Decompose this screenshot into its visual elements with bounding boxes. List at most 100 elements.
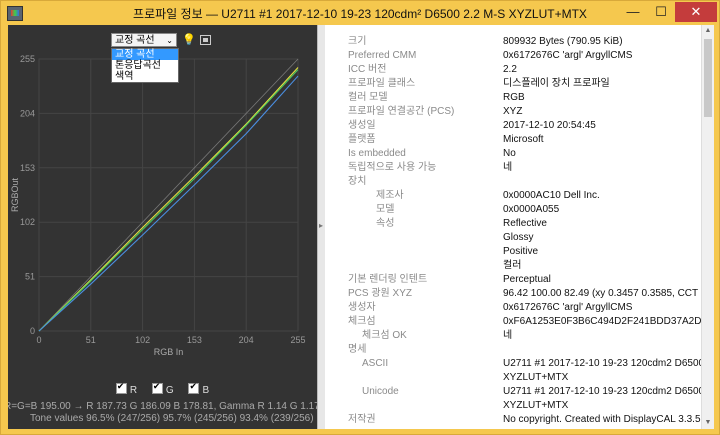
checkbox-g[interactable]: G (151, 381, 174, 396)
x-tick-label: 51 (86, 335, 96, 345)
info-row-value: U2711 #1 2017-12-10 19-23 120cdm2 D6500 … (503, 386, 701, 397)
info-row-value: XYZLUT+MTX (503, 400, 569, 411)
info-row-key: PCS 광원 XYZ (348, 288, 412, 299)
info-row-value: 디스플레이 장치 프로파일 (503, 78, 610, 89)
checkbox-b-box[interactable] (188, 381, 200, 394)
info-row-key: ASCII (362, 358, 389, 369)
dropdown-option[interactable]: 톤응답곡선 (112, 60, 178, 71)
checkbox-r[interactable]: R (115, 381, 138, 396)
title-bar[interactable]: 프로파일 정보 — U2711 #1 2017-12-10 19-23 120c… (1, 1, 719, 25)
y-tick-label: 0 (30, 326, 35, 336)
checkbox-g-label: G (165, 385, 174, 396)
checkbox-r-box[interactable] (115, 381, 127, 394)
info-row-key: 생성자 (348, 302, 376, 313)
info-row-value: XYZLUT+MTX (503, 372, 569, 383)
info-row: 프로파일 클래스 디스플레이 장치 프로파일 (325, 77, 701, 91)
curve-type-dropdown: 교정 곡선 톤응답곡선 색역 (111, 48, 179, 83)
x-tick-label: 0 (36, 335, 41, 345)
info-row-value: 0x0000AC10 Dell Inc. (503, 190, 600, 201)
y-axis-label: RGBOut (10, 177, 20, 212)
info-row-key: ICC 버전 (348, 64, 387, 75)
info-row-key: 독립적으로 사용 가능 (348, 162, 437, 173)
info-row: 생성자 0x6172676C 'argl' ArgyllCMS (325, 301, 701, 315)
vertical-scrollbar[interactable]: ▲ ▼ (701, 25, 714, 429)
info-row-key: 기본 렌더링 인텐트 (348, 274, 428, 285)
info-row-value: U2711 #1 2017-12-10 19-23 120cdm2 D6500 … (503, 358, 701, 369)
info-row: 저작권 No copyright. Created with DisplayCAL… (325, 413, 701, 427)
window-title: 프로파일 정보 — U2711 #1 2017-12-10 19-23 120c… (133, 7, 587, 21)
tone-values-readout: Tone values 96.5% (247/256) 95.7% (245/2… (30, 413, 314, 424)
info-row: 모델 0x0000A055 (325, 203, 701, 217)
scroll-up-arrow-icon[interactable]: ▲ (702, 25, 714, 37)
x-tick-label: 204 (239, 335, 254, 345)
dropdown-option[interactable]: 교정 곡선 (112, 49, 178, 60)
info-row: PCS 광원 XYZ 96.42 100.00 82.49 (xy 0.3457 … (325, 287, 701, 301)
info-row-value: 0x6172676C 'argl' ArgyllCMS (503, 302, 633, 313)
info-row-value: Reflective (503, 218, 547, 229)
info-row-key: 프로파일 클래스 (348, 78, 416, 89)
info-row-key: 제조사 (376, 190, 404, 201)
info-row: 체크섬 OK 네 (325, 329, 701, 343)
info-row-value: 96.42 100.00 82.49 (xy 0.3457 0.3585, CC… (503, 288, 701, 299)
splitter-grip-icon: ▸ (319, 221, 324, 230)
info-row: 명세 (325, 343, 701, 357)
close-button[interactable]: ✕ (675, 2, 717, 22)
info-row: 속성 Reflective (325, 217, 701, 231)
info-row-key: 크기 (348, 36, 367, 47)
info-row-key: 체크섬 OK (362, 330, 407, 341)
info-row: 장치 (325, 175, 701, 189)
pane-splitter[interactable]: ▸ (317, 25, 325, 429)
scroll-down-arrow-icon[interactable]: ▼ (702, 417, 714, 429)
checkbox-b[interactable]: B (188, 381, 210, 396)
info-row: 독립적으로 사용 가능 네 (325, 161, 701, 175)
maximize-button[interactable]: ☐ (647, 2, 675, 22)
dropdown-option[interactable]: 색역 (112, 71, 178, 82)
info-row: Preferred CMM 0x6172676C 'argl' ArgyllCMS (325, 49, 701, 63)
info-row: Positive (325, 245, 701, 259)
curve-viewer-pane: 교정 곡선 ⌄ 교정 곡선 톤응답곡선 색역 💡 0 51 102 153 204 255… (8, 25, 351, 429)
info-row-value: 2.2 (503, 64, 517, 75)
info-row: 제조사 0x0000AC10 Dell Inc. (325, 189, 701, 203)
reference-diagonal (38, 58, 299, 332)
info-row: 체크섬 0xF6A1253E0F3B6C494D2F241BDD37A2DF (325, 315, 701, 329)
info-row: Unicode U2711 #1 2017-12-10 19-23 120cdm2… (325, 385, 701, 399)
info-row-value: 2017-12-10 20:54:45 (503, 120, 596, 131)
info-row: Is embedded No (325, 147, 701, 161)
info-row: 컬러 모델 RGB (325, 91, 701, 105)
info-row-value: 0x0000A055 (503, 204, 560, 215)
checkbox-g-box[interactable] (151, 381, 163, 394)
x-tick-label: 255 (290, 335, 305, 345)
series-line-r (38, 67, 299, 332)
info-row: ASCII U2711 #1 2017-12-10 19-23 120cdm2 D… (325, 357, 701, 371)
info-row-value: Positive (503, 246, 539, 257)
y-tick-label: 51 (25, 272, 35, 282)
info-row-key: 생성일 (348, 120, 376, 131)
info-row-key: Preferred CMM (348, 50, 417, 61)
info-row-key: 장치 (348, 176, 367, 187)
y-tick-label: 255 (20, 54, 35, 64)
info-row-key: 모델 (376, 204, 395, 215)
info-row-key: 프로파일 연결공간 (PCS) (348, 106, 455, 117)
client-area: 교정 곡선 ⌄ 교정 곡선 톤응답곡선 색역 💡 0 51 102 153 204 255… (8, 25, 714, 429)
info-row-key: 속성 (376, 218, 395, 229)
info-row-key: 명세 (348, 344, 367, 355)
info-row-key: 컬러 모델 (348, 92, 388, 103)
scroll-thumb[interactable] (704, 39, 712, 117)
channel-toggles: R G B (8, 381, 317, 396)
info-row-value: 0x6172676C 'argl' ArgyllCMS (503, 50, 633, 61)
info-row-value: XYZ (503, 106, 523, 117)
info-row: XYZLUT+MTX (325, 371, 701, 385)
y-tick-label: 204 (20, 108, 35, 118)
y-tick-label: 102 (20, 217, 35, 227)
x-tick-label: 153 (187, 335, 202, 345)
info-row-key: Unicode (362, 386, 399, 397)
info-row: Glossy (325, 231, 701, 245)
info-row-value: 네 (503, 162, 513, 173)
info-row-value: Microsoft (503, 134, 544, 145)
y-tick-label: 153 (20, 163, 35, 173)
info-row-value: Glossy (503, 232, 534, 243)
checkbox-r-label: R (129, 385, 138, 396)
checkbox-b-label: B (202, 385, 210, 396)
info-row: 기본 렌더링 인텐트 Perceptual (325, 273, 701, 287)
minimize-button[interactable]: — (619, 2, 647, 22)
